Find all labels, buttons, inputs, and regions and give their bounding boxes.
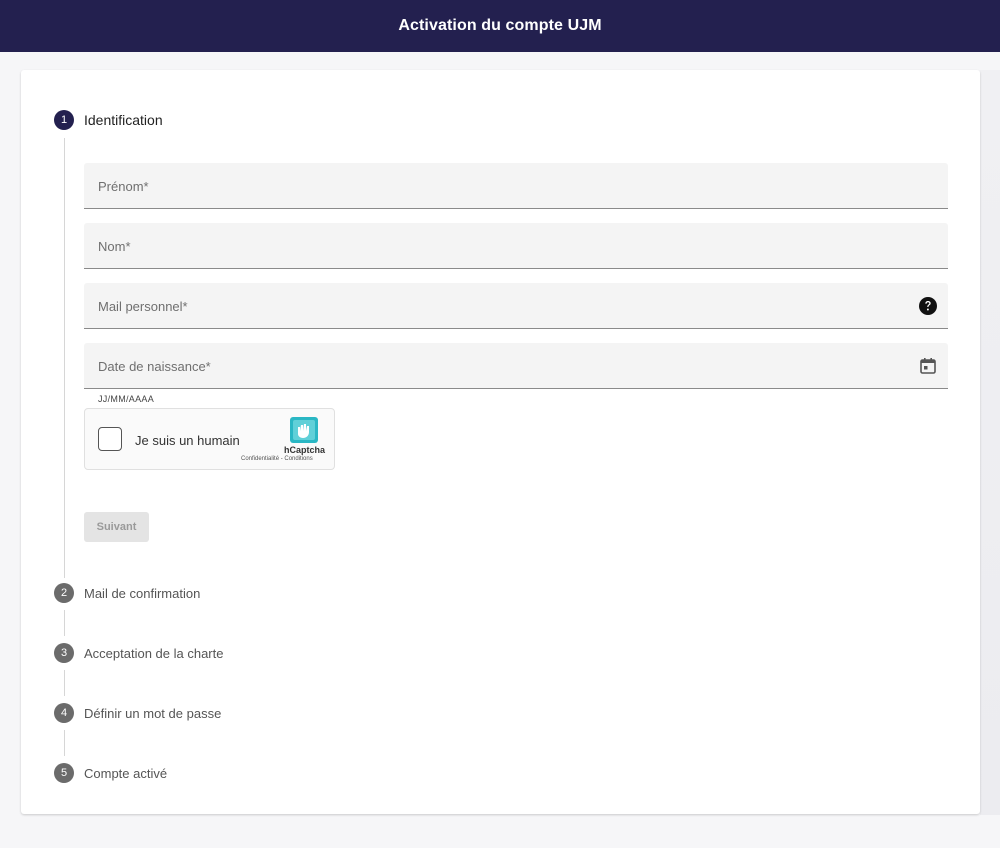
step-connector-4 bbox=[64, 730, 65, 756]
step-4-label: Définir un mot de passe bbox=[84, 706, 222, 721]
step-4-number: 4 bbox=[54, 703, 74, 723]
help-icon[interactable] bbox=[918, 296, 938, 316]
lastname-label: Nom* bbox=[98, 239, 131, 254]
step-5-number: 5 bbox=[54, 763, 74, 783]
step-connector-1 bbox=[64, 138, 65, 578]
captcha-links[interactable]: Confidentialité - Conditions bbox=[241, 456, 313, 462]
activation-card: 1 Identification Prénom* Nom* Mail perso… bbox=[21, 70, 980, 814]
step-3-number: 3 bbox=[54, 643, 74, 663]
captcha-checkbox[interactable] bbox=[98, 427, 122, 451]
captcha-label: Je suis un humain bbox=[135, 433, 240, 448]
step-1-label: Identification bbox=[84, 112, 163, 128]
step-2-label: Mail de confirmation bbox=[84, 586, 201, 601]
next-button[interactable]: Suivant bbox=[84, 512, 149, 542]
calendar-icon[interactable] bbox=[918, 356, 938, 376]
step-5-label: Compte activé bbox=[84, 766, 168, 781]
app-header: Activation du compte UJM bbox=[0, 0, 1000, 52]
hcaptcha-widget: Je suis un humain hCaptcha Confidentiali… bbox=[84, 408, 335, 470]
email-label: Mail personnel* bbox=[98, 299, 188, 314]
birthdate-label: Date de naissance* bbox=[98, 359, 211, 374]
page-title: Activation du compte UJM bbox=[398, 17, 602, 34]
email-field[interactable]: Mail personnel* bbox=[84, 283, 948, 329]
step-2-number: 2 bbox=[54, 583, 74, 603]
step-connector-3 bbox=[64, 670, 65, 696]
birthdate-hint: JJ/MM/AAAA bbox=[98, 394, 155, 404]
firstname-field[interactable]: Prénom* bbox=[84, 163, 948, 209]
lastname-field[interactable]: Nom* bbox=[84, 223, 948, 269]
birthdate-field[interactable]: Date de naissance* bbox=[84, 343, 948, 389]
background-decoration bbox=[980, 70, 1000, 815]
captcha-brand: hCaptcha bbox=[284, 445, 326, 455]
step-1-number: 1 bbox=[54, 110, 74, 130]
step-3-label: Acceptation de la charte bbox=[84, 646, 224, 661]
step-connector-2 bbox=[64, 610, 65, 636]
hcaptcha-logo-icon bbox=[290, 417, 318, 443]
firstname-label: Prénom* bbox=[98, 179, 149, 194]
